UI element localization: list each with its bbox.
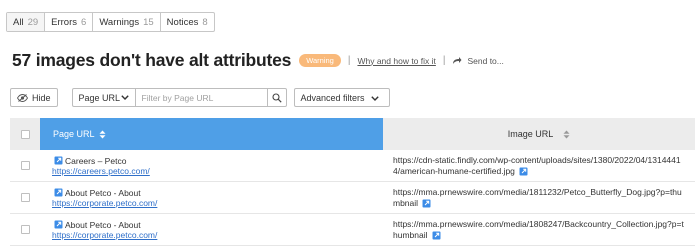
external-link-icon[interactable] (519, 167, 528, 176)
hide-icon (17, 93, 28, 102)
row-select-cell (10, 214, 40, 245)
tab-warnings[interactable]: Warnings 15 (93, 13, 161, 31)
column-header-image-url[interactable]: Image URL (383, 118, 695, 150)
page-title: 57 images don't have alt attributes (12, 50, 292, 70)
page-url-cell: Careers – Petco https://careers.petco.co… (40, 150, 383, 181)
filter-placeholder: Filter by Page URL (141, 92, 214, 103)
table-row: About Petco - About https://corporate.pe… (10, 182, 695, 214)
tab-label: Errors (51, 16, 78, 28)
page-title-line: About Petco - About (52, 220, 383, 230)
external-link-icon[interactable] (54, 156, 63, 165)
column-label: Page URL (53, 129, 95, 139)
page-title-line: About Petco - About (52, 188, 383, 198)
column-label: Image URL (507, 129, 554, 139)
page-title-line: Careers – Petco (52, 156, 383, 166)
send-to-button[interactable]: Send to... (452, 55, 504, 66)
page-url-cell: About Petco - About https://corporate.pe… (40, 214, 383, 245)
row-select-cell (10, 150, 40, 181)
page-title-text: About Petco - About (65, 187, 141, 198)
page-title-text: Careers – Petco (65, 155, 127, 166)
external-link-icon[interactable] (54, 188, 63, 197)
select-all-cell (10, 118, 40, 150)
page-url-link[interactable]: https://corporate.petco.com/ (52, 198, 383, 208)
page-title-text: About Petco - About (65, 219, 141, 230)
tab-notices[interactable]: Notices 8 (161, 13, 214, 31)
share-icon (453, 57, 462, 64)
search-icon (271, 92, 282, 103)
page-url-link[interactable]: https://corporate.petco.com/ (52, 230, 383, 240)
tab-count: 6 (81, 16, 87, 28)
image-url-text: https://cdn-static.findly.com/wp-content… (393, 155, 681, 176)
image-url-text: https://mma.prnewswire.com/media/1811232… (393, 187, 682, 208)
image-url-cell: https://cdn-static.findly.com/wp-content… (383, 150, 695, 181)
table-row: Careers – Petco https://careers.petco.co… (10, 150, 695, 182)
send-to-label: Send to... (467, 55, 504, 66)
issue-filter-tabs: All 29 Errors 6 Warnings 15 Notices 8 (6, 12, 215, 32)
advanced-filters-label: Advanced filters (300, 92, 365, 103)
why-and-how-link[interactable]: Why and how to fix it (357, 56, 435, 66)
chevron-down-icon (370, 93, 383, 103)
page-url-cell: About Petco - About https://corporate.pe… (40, 182, 383, 213)
page-url-link[interactable]: https://careers.petco.com/ (52, 166, 383, 176)
issues-table: Page URL Image URL Careers – Petco https… (10, 118, 695, 246)
image-url-cell: https://mma.prnewswire.com/media/1808247… (383, 214, 695, 245)
image-url-cell: https://mma.prnewswire.com/media/1811232… (383, 182, 695, 213)
row-checkbox[interactable] (20, 225, 30, 234)
sort-icon (99, 130, 106, 139)
row-select-cell (10, 182, 40, 213)
status-badge: Warning (299, 54, 341, 67)
tab-count: 8 (202, 16, 208, 28)
tab-label: Notices (166, 16, 199, 28)
filter-column-select[interactable]: Page URL (71, 88, 136, 107)
issue-header: 57 images don't have alt attributes Warn… (12, 50, 504, 71)
chevron-down-icon (120, 95, 129, 100)
search-button[interactable] (267, 88, 287, 107)
divider: | (347, 55, 351, 66)
tab-count: 15 (143, 16, 154, 28)
sort-icon (563, 130, 570, 139)
column-header-page-url[interactable]: Page URL (40, 118, 383, 150)
external-link-icon[interactable] (54, 220, 63, 229)
divider: | (442, 55, 446, 66)
hide-button[interactable]: Hide (10, 88, 58, 107)
advanced-filters-button[interactable]: Advanced filters (293, 88, 390, 107)
filter-input[interactable]: Filter by Page URL (135, 88, 268, 107)
tab-count: 29 (27, 16, 39, 28)
tab-label: All (13, 16, 24, 28)
table-row: About Petco - About https://corporate.pe… (10, 214, 695, 246)
table-header: Page URL Image URL (10, 118, 695, 150)
tab-label: Warnings (99, 16, 140, 28)
tab-errors[interactable]: Errors 6 (45, 13, 94, 31)
table-toolbar: Hide Page URL Filter by Page URL Advance… (10, 88, 390, 107)
hide-label: Hide (32, 92, 51, 103)
row-checkbox[interactable] (20, 193, 30, 202)
select-all-checkbox[interactable] (20, 129, 30, 139)
row-checkbox[interactable] (20, 161, 30, 170)
external-link-icon[interactable] (432, 231, 441, 240)
external-link-icon[interactable] (422, 199, 431, 208)
select-value: Page URL (78, 92, 121, 103)
tab-all[interactable]: All 29 (7, 13, 46, 31)
